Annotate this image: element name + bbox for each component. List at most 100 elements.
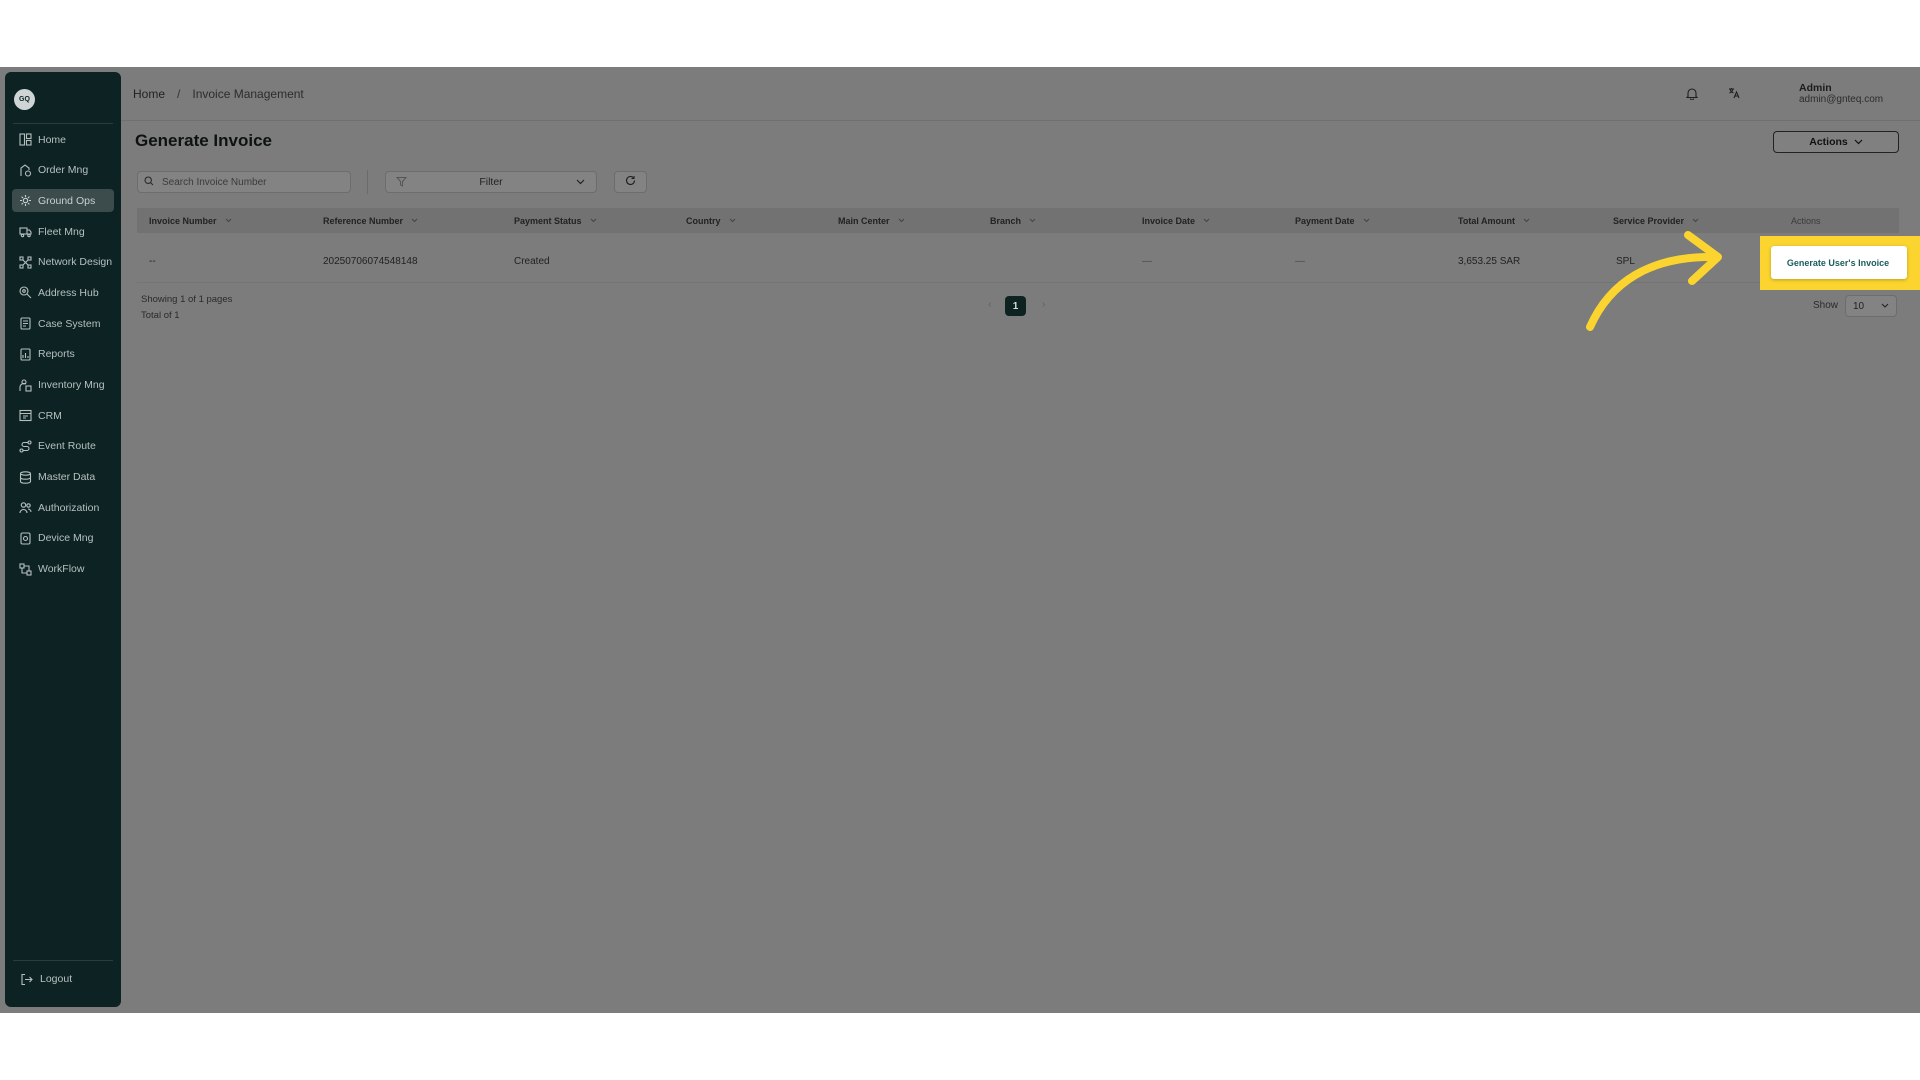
- sidebar-item-address-hub[interactable]: Address Hub: [12, 281, 114, 304]
- sidebar-item-home[interactable]: Home: [12, 128, 114, 151]
- sidebar-nav: Home Order Mng Ground Ops Fleet Mng Netw…: [12, 128, 114, 588]
- chevron-down-icon: [1203, 218, 1210, 223]
- sidebar-item-label: Master Data: [38, 471, 96, 484]
- refresh-icon: [625, 173, 636, 191]
- pagination-next[interactable]: ›: [1042, 299, 1045, 310]
- column-label: Payment Date: [1295, 215, 1355, 226]
- column-label: Invoice Number: [149, 215, 217, 226]
- page-size-select[interactable]: 10: [1845, 295, 1897, 317]
- refresh-button[interactable]: [614, 171, 647, 193]
- user-profile[interactable]: Admin admin@gnteq.com: [1799, 82, 1883, 106]
- chevron-down-icon: [1363, 218, 1370, 223]
- users-icon: [18, 501, 32, 515]
- sidebar-item-label: Reports: [38, 348, 75, 361]
- annotation-arrow-icon: [1586, 231, 1722, 331]
- column-header-branch[interactable]: Branch: [990, 208, 1036, 233]
- workflow-icon: [18, 562, 32, 576]
- total-text: Total of 1: [141, 310, 180, 321]
- column-label: Reference Number: [323, 215, 404, 226]
- app-logo[interactable]: GQ: [14, 89, 35, 110]
- filter-dropdown[interactable]: Filter: [385, 171, 597, 193]
- sidebar-item-label: Authorization: [38, 501, 100, 514]
- column-label: Branch: [990, 215, 1022, 226]
- logout-button[interactable]: Logout: [19, 972, 72, 986]
- column-header-payment-date[interactable]: Payment Date: [1295, 208, 1370, 233]
- column-header-invoice-number[interactable]: Invoice Number: [149, 208, 232, 233]
- pagination-summary: Showing 1 of 1 pages Total of 1: [141, 292, 232, 324]
- column-label: Invoice Date: [1142, 215, 1196, 226]
- sidebar-item-reports[interactable]: Reports: [12, 343, 114, 366]
- sidebar-item-label: Ground Ops: [38, 194, 96, 207]
- sidebar-item-master-data[interactable]: Master Data: [12, 466, 114, 489]
- app-window: GQ Home Order Mng Ground Ops Fleet Mng N…: [0, 67, 1920, 1013]
- crm-icon: [18, 409, 32, 423]
- sidebar-item-label: Order Mng: [38, 164, 89, 177]
- cell-payment-date: —: [1295, 255, 1305, 267]
- order-icon: [18, 163, 32, 177]
- generate-users-invoice-item[interactable]: Generate User's Invoice: [1775, 252, 1901, 273]
- sidebar-item-label: Fleet Mng: [38, 225, 85, 238]
- sidebar-item-case-system[interactable]: Case System: [12, 312, 114, 335]
- breadcrumb-home[interactable]: Home: [133, 87, 165, 101]
- column-label: Country: [686, 215, 721, 226]
- user-email: admin@gnteq.com: [1799, 94, 1884, 105]
- breadcrumb: Home / Invoice Management: [133, 87, 304, 101]
- sidebar-item-inventory-mng[interactable]: Inventory Mng: [12, 374, 114, 397]
- cell-invoice-date: —: [1142, 255, 1152, 267]
- column-header-payment-status[interactable]: Payment Status: [514, 208, 597, 233]
- sidebar-item-network-design[interactable]: Network Design: [12, 251, 114, 274]
- column-label: Actions: [1791, 215, 1821, 226]
- sidebar-item-label: Home: [38, 133, 67, 146]
- notification-bell-icon[interactable]: [1684, 85, 1700, 101]
- chevron-down-icon: [1854, 136, 1863, 148]
- sidebar-item-label: Network Design: [38, 256, 113, 269]
- column-header-country[interactable]: Country: [686, 208, 736, 233]
- chevron-down-icon: [576, 176, 585, 188]
- home-icon: [18, 133, 32, 147]
- toolbar-divider: [367, 170, 368, 194]
- page-size-label: Show: [1813, 300, 1839, 311]
- column-header-actions: Actions: [1791, 208, 1821, 233]
- column-header-main-center[interactable]: Main Center: [838, 208, 905, 233]
- sidebar-item-workflow[interactable]: WorkFlow: [12, 558, 114, 581]
- truck-icon: [18, 225, 32, 239]
- column-header-total-amount[interactable]: Total Amount: [1458, 208, 1530, 233]
- filter-label: Filter: [479, 176, 503, 188]
- chevron-down-icon: [1692, 218, 1699, 223]
- cell-payment-status: Created: [514, 255, 550, 267]
- cell-reference-number: 20250706074548148: [323, 255, 418, 267]
- page-title: Generate Invoice: [135, 131, 273, 150]
- translate-icon[interactable]: [1726, 85, 1742, 101]
- column-header-reference-number[interactable]: Reference Number: [323, 208, 418, 233]
- chevron-down-icon: [729, 218, 736, 223]
- sidebar-item-crm[interactable]: CRM: [12, 404, 114, 427]
- search-input[interactable]: [160, 175, 334, 189]
- sidebar-item-order-mng[interactable]: Order Mng: [12, 159, 114, 182]
- inventory-icon: [18, 378, 32, 392]
- chevron-down-icon: [411, 218, 418, 223]
- report-icon: [18, 347, 32, 361]
- pagination-page-1[interactable]: 1: [1005, 296, 1026, 316]
- column-header-invoice-date[interactable]: Invoice Date: [1142, 208, 1210, 233]
- chevron-down-icon: [590, 218, 597, 223]
- sidebar-item-device-mng[interactable]: Device Mng: [12, 527, 114, 550]
- actions-button[interactable]: Actions: [1773, 131, 1899, 153]
- showing-text: Showing 1 of 1 pages: [141, 294, 233, 305]
- route-icon: [18, 439, 32, 453]
- chevron-down-icon: [1523, 218, 1530, 223]
- chevron-down-icon: [1881, 301, 1889, 312]
- page-size-value: 10: [1853, 300, 1865, 312]
- database-icon: [18, 470, 32, 484]
- sidebar-item-label: WorkFlow: [38, 563, 85, 576]
- chevron-down-icon: [225, 218, 232, 223]
- sidebar-item-event-route[interactable]: Event Route: [12, 435, 114, 458]
- breadcrumb-current: Invoice Management: [192, 87, 304, 101]
- sidebar-item-ground-ops[interactable]: Ground Ops: [12, 189, 114, 213]
- header-divider: [121, 120, 1920, 121]
- network-icon: [18, 255, 32, 269]
- search-icon: [144, 173, 154, 191]
- sidebar-item-fleet-mng[interactable]: Fleet Mng: [12, 220, 114, 243]
- pagination-prev[interactable]: ‹: [988, 299, 991, 310]
- sidebar-item-authorization[interactable]: Authorization: [12, 496, 114, 519]
- sidebar-item-label: Address Hub: [38, 286, 99, 299]
